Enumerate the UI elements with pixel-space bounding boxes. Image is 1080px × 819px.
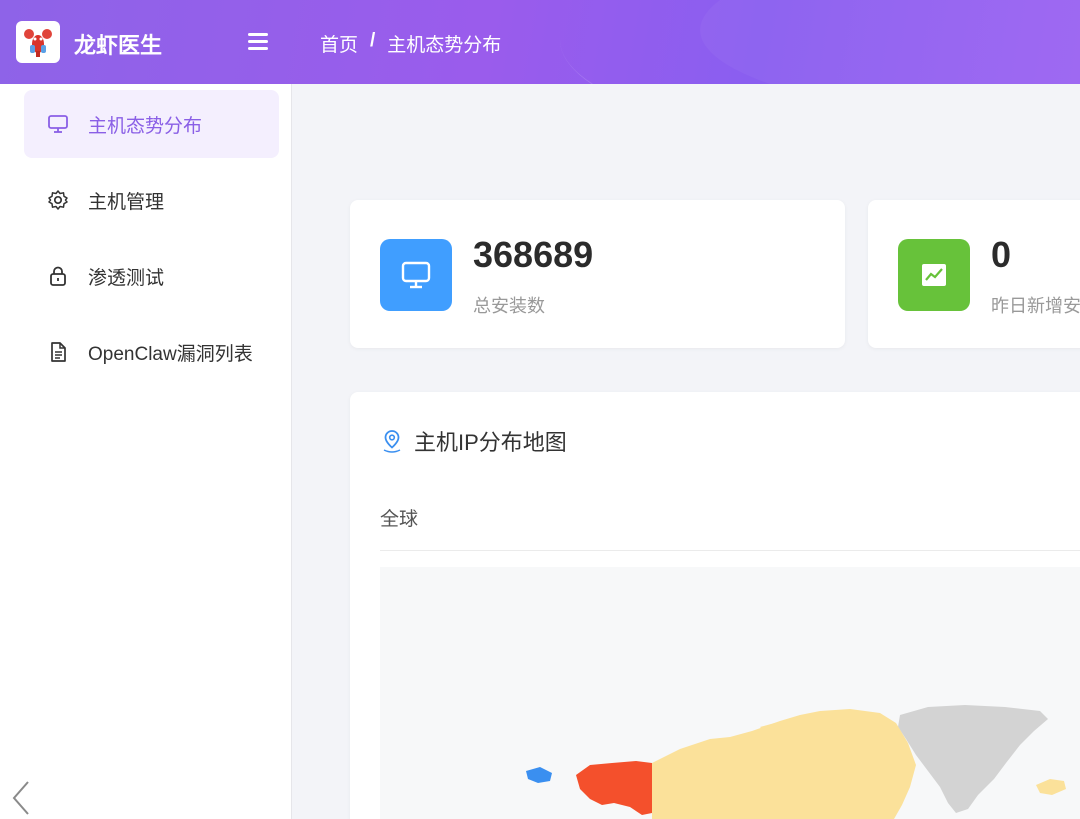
sidebar-item-label: 主机管理 xyxy=(88,191,165,213)
location-pin-icon xyxy=(380,428,404,454)
menu-toggle-icon[interactable] xyxy=(248,32,270,52)
stat-label: 总安装数 xyxy=(473,296,545,316)
lobster-logo-icon xyxy=(24,29,52,57)
gear-icon xyxy=(46,188,70,212)
map-title: 主机IP分布地图 xyxy=(414,430,567,455)
document-icon xyxy=(46,340,70,364)
monitor-icon xyxy=(380,239,452,311)
trend-chart-icon xyxy=(898,239,970,311)
breadcrumb-current: 主机态势分布 xyxy=(387,35,502,56)
stat-card-total-installs: 368689 总安装数 xyxy=(350,200,845,348)
sidebar-item-vulnerability-list[interactable]: OpenClaw漏洞列表 xyxy=(24,318,279,386)
map-region-far-east xyxy=(526,767,552,783)
breadcrumb-separator: / xyxy=(370,30,376,51)
map-region-greenland xyxy=(898,705,1048,813)
lock-icon xyxy=(46,264,70,288)
sidebar: 主机态势分布 主机管理 渗透测试 OpenClaw漏洞列表 xyxy=(0,84,292,819)
map-tab-global[interactable]: 全球 xyxy=(380,504,418,531)
world-map[interactable] xyxy=(380,567,1080,819)
sidebar-item-host-distribution[interactable]: 主机态势分布 xyxy=(24,90,279,158)
sidebar-item-label: 渗透测试 xyxy=(88,267,165,289)
breadcrumb-home[interactable]: 首页 xyxy=(320,30,358,57)
sidebar-item-label: OpenClaw漏洞列表 xyxy=(88,343,253,365)
app-title: 龙虾医生 xyxy=(74,33,163,58)
breadcrumb: 首页 / 主机态势分布 xyxy=(320,30,501,57)
stat-value: 368689 xyxy=(473,234,594,275)
monitor-icon xyxy=(46,112,70,136)
chevron-left-icon xyxy=(12,781,29,815)
stat-card-new-installs: 0 昨日新增安装 xyxy=(868,200,1080,348)
sidebar-collapse-button[interactable] xyxy=(8,778,34,818)
map-region-iceland xyxy=(1036,779,1066,795)
sidebar-item-penetration-test[interactable]: 渗透测试 xyxy=(24,242,279,310)
map-divider xyxy=(380,550,1080,551)
app-logo[interactable] xyxy=(16,21,60,63)
stat-label: 昨日新增安装 xyxy=(991,296,1080,316)
top-header: 龙虾医生 首页 / 主机态势分布 xyxy=(0,0,1080,84)
world-map-svg xyxy=(526,705,1066,819)
sidebar-item-label: 主机态势分布 xyxy=(88,115,203,137)
header-decoration-2 xyxy=(700,0,1080,84)
stat-value: 0 xyxy=(991,234,1012,275)
map-region-alaska xyxy=(576,761,652,815)
sidebar-item-host-management[interactable]: 主机管理 xyxy=(24,166,279,234)
